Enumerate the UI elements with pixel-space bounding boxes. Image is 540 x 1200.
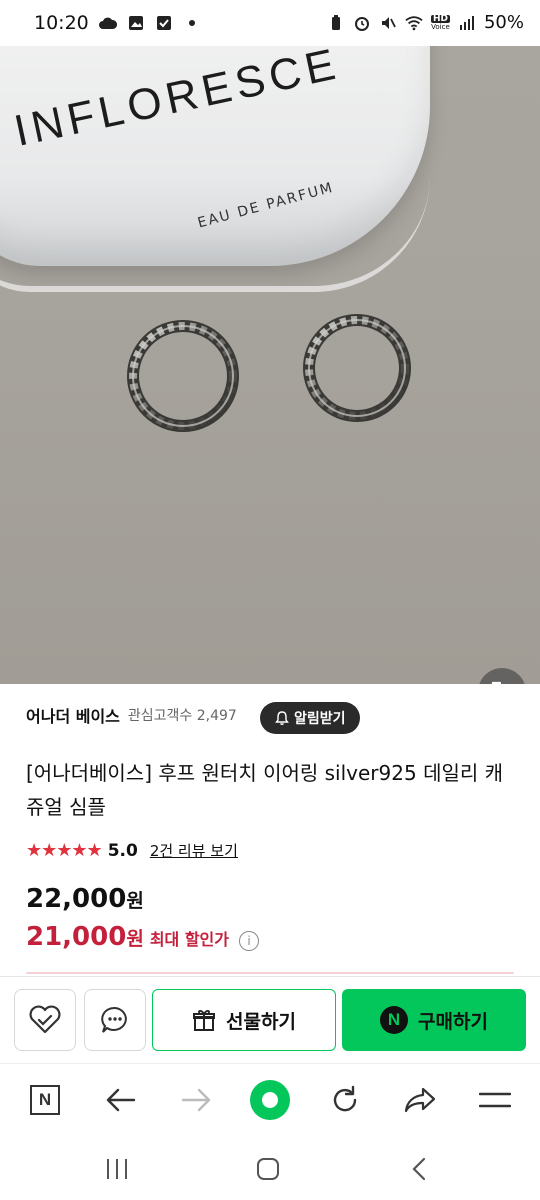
watchers-count: 관심고객수 2,497 (127, 708, 237, 724)
green-dot-icon (250, 1080, 290, 1120)
buy-button-label: 구매하기 (418, 1010, 488, 1033)
sale-price-currency: 원 (126, 928, 144, 950)
home-icon (257, 1158, 279, 1180)
alarm-button-label: 알림받기 (294, 711, 346, 727)
store-row: 어나더 베이스 관심고객수 2,497 (26, 703, 237, 727)
original-price-currency: 원 (126, 890, 144, 912)
dot-icon (183, 14, 201, 32)
naver-home-letter: N (38, 1090, 52, 1109)
home-button[interactable] (248, 1149, 288, 1189)
chevron-left-icon (412, 1157, 426, 1181)
alarm-button[interactable]: 알림받기 (260, 702, 360, 734)
product-image-carousel[interactable]: INFLORESCE EAU DE PARFUM (0, 46, 540, 684)
naver-home-icon: N (30, 1085, 60, 1115)
buy-button[interactable]: N 구매하기 (342, 989, 526, 1051)
max-discount-label: 최대 할인가 (149, 930, 229, 949)
alarm-icon (353, 14, 371, 32)
status-bar: 10:20 HD Voice 50% (0, 0, 540, 46)
recent-apps-button[interactable] (97, 1149, 137, 1189)
status-time: 10:20 (34, 12, 89, 34)
refresh-button[interactable] (323, 1078, 367, 1122)
forward-button[interactable] (174, 1078, 218, 1122)
cloud-icon (98, 14, 117, 32)
info-icon[interactable]: i (239, 931, 259, 951)
share-button[interactable] (398, 1078, 442, 1122)
system-back-button[interactable] (399, 1149, 439, 1189)
forward-arrow-icon (181, 1088, 211, 1112)
rating-row: ★★★★★ 5.0 2건 리뷰 보기 (26, 840, 238, 861)
wifi-icon (405, 14, 423, 32)
rating-value: 5.0 (107, 840, 138, 861)
product-title: [어나더베이스] 후프 원터치 이어링 silver925 데일리 캐쥬얼 심플 (26, 761, 504, 819)
review-link[interactable]: 2건 리뷰 보기 (150, 840, 238, 861)
store-name[interactable]: 어나더 베이스 (26, 703, 120, 727)
original-price-value: 22,000 (26, 884, 127, 914)
battery-level: 50% (483, 12, 524, 33)
chat-bubble-icon (101, 1006, 127, 1033)
green-dot-button[interactable] (248, 1078, 292, 1122)
right-earring (303, 314, 411, 422)
status-bar-left: 10:20 (34, 12, 201, 34)
chat-button[interactable] (84, 989, 146, 1051)
naver-pay-badge: N (380, 1006, 409, 1034)
heart-check-icon (29, 1005, 61, 1034)
back-arrow-icon (106, 1088, 136, 1112)
gallery-icon (127, 14, 145, 32)
battery-saver-icon (327, 14, 345, 32)
gift-button-label: 선물하기 (226, 1010, 296, 1033)
earrings-illustration (127, 314, 411, 432)
sale-price-value-wrap: 21,000원 (26, 922, 144, 952)
wishlist-button[interactable] (14, 989, 76, 1051)
menu-icon (479, 1092, 511, 1108)
signal-icon (458, 14, 476, 32)
browser-toolbar: N (0, 1063, 540, 1136)
recent-apps-icon (107, 1159, 127, 1179)
hd-label: HD (430, 13, 450, 24)
gift-button[interactable]: 선물하기 (152, 989, 336, 1051)
system-navigation-bar (0, 1135, 540, 1200)
star-rating-icons: ★★★★★ (26, 840, 103, 861)
refresh-icon (333, 1085, 357, 1112)
naver-home-button[interactable]: N (23, 1078, 67, 1122)
status-bar-right: HD Voice 50% (327, 12, 524, 33)
expand-icon (491, 681, 502, 684)
gift-icon (193, 1010, 216, 1031)
bell-plus-icon (275, 711, 289, 725)
purchase-action-bar: 선물하기 N 구매하기 (0, 976, 540, 1063)
sale-price: 21,000원 최대 할인가 i (26, 922, 259, 952)
back-button[interactable] (99, 1078, 143, 1122)
left-earring (127, 320, 239, 432)
original-price: 22,000원 (26, 884, 144, 914)
share-icon (404, 1087, 436, 1113)
sale-price-value: 21,000 (26, 922, 127, 952)
section-peek-divider (26, 972, 514, 974)
hd-voice-icon: HD Voice (430, 13, 450, 31)
voice-label: Voice (431, 22, 450, 31)
check-icon (155, 14, 173, 32)
menu-button[interactable] (473, 1078, 517, 1122)
mute-icon (379, 14, 397, 32)
